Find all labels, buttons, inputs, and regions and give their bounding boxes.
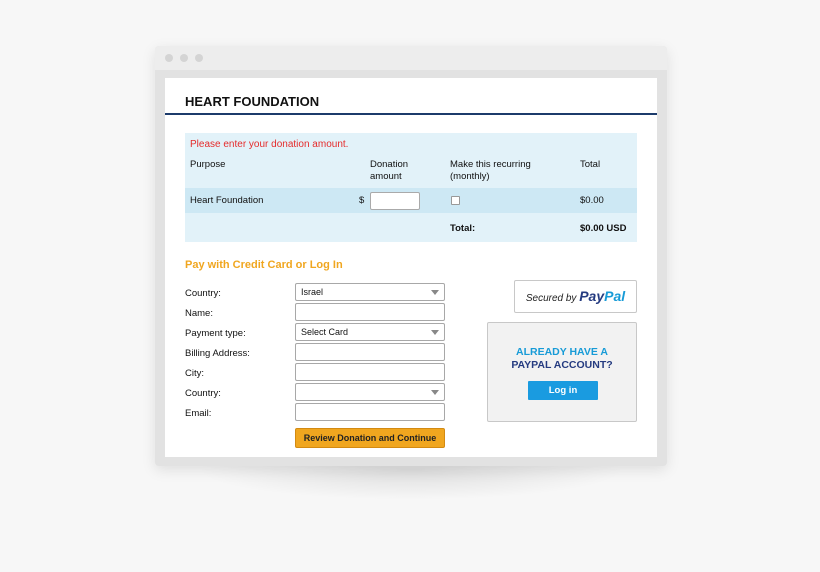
payment-type-select-value: Select Card [301, 327, 349, 337]
paypal-secured-badge: Secured by PayPal [514, 280, 637, 313]
error-row: Please enter your donation amount. [185, 133, 637, 153]
total-label: Total: [450, 223, 476, 234]
country2-select[interactable] [295, 383, 445, 401]
paypal-logo-pay: Pay [579, 288, 605, 304]
paypal-logo-pal: Pal [604, 288, 626, 304]
table-row: Heart Foundation $ $0.00 [185, 188, 637, 213]
donation-table: Please enter your donation amount. Purpo… [185, 133, 637, 242]
paypal-account-text: PAYPAL ACCOUNT? [511, 359, 613, 371]
email-label: Email: [185, 408, 212, 419]
paypal-login-button[interactable]: Log in [528, 381, 598, 400]
chevron-down-icon [431, 330, 439, 335]
pay-heading: Pay with Credit Card or Log In [185, 259, 343, 271]
currency-symbol: $ [359, 195, 365, 206]
header-monthly: (monthly) [450, 171, 490, 182]
title-divider [165, 113, 657, 115]
paypal-logo: PayPal [579, 288, 625, 304]
name-input[interactable] [295, 303, 445, 321]
page-title: HEART FOUNDATION [185, 94, 320, 109]
total-value: $0.00 USD [580, 223, 627, 234]
country-select[interactable]: Israel [295, 283, 445, 301]
payment-type-label: Payment type: [185, 328, 246, 339]
email-input[interactable] [295, 403, 445, 421]
paypal-login-panel: ALREADY HAVE A PAYPAL ACCOUNT? Log in [487, 322, 637, 422]
city-label: City: [185, 368, 204, 379]
browser-window: HEART FOUNDATION Please enter your donat… [155, 46, 667, 466]
country2-label: Country: [185, 388, 221, 399]
window-dot-icon [195, 54, 203, 62]
table-header-row: Purpose Donation amount Make this recurr… [185, 153, 637, 188]
header-amount: amount [370, 171, 402, 182]
donation-page: HEART FOUNDATION Please enter your donat… [165, 78, 657, 457]
name-label: Name: [185, 308, 213, 319]
purpose-value: Heart Foundation [190, 195, 264, 206]
billing-address-input[interactable] [295, 343, 445, 361]
row-total-value: $0.00 [580, 195, 604, 206]
header-recurring: Make this recurring [450, 159, 531, 170]
secured-by-text: Secured by [525, 293, 577, 304]
header-purpose: Purpose [190, 159, 226, 170]
error-message: Please enter your donation amount. [190, 139, 349, 150]
donation-amount-input[interactable] [370, 192, 420, 210]
payment-type-select[interactable]: Select Card [295, 323, 445, 341]
header-donation: Donation [370, 159, 409, 170]
header-total: Total [580, 159, 601, 170]
window-dot-icon [180, 54, 188, 62]
chevron-down-icon [431, 390, 439, 395]
country-select-value: Israel [301, 287, 324, 297]
recurring-checkbox[interactable] [451, 196, 460, 205]
city-input[interactable] [295, 363, 445, 381]
review-donation-button[interactable]: Review Donation and Continue [295, 428, 445, 448]
already-have-text: ALREADY HAVE A [516, 346, 608, 358]
chevron-down-icon [431, 290, 439, 295]
country-label: Country: [185, 288, 221, 299]
window-titlebar [155, 46, 667, 70]
billing-address-label: Billing Address: [185, 348, 250, 359]
total-row: Total: $0.00 USD [185, 213, 637, 242]
window-dot-icon [165, 54, 173, 62]
